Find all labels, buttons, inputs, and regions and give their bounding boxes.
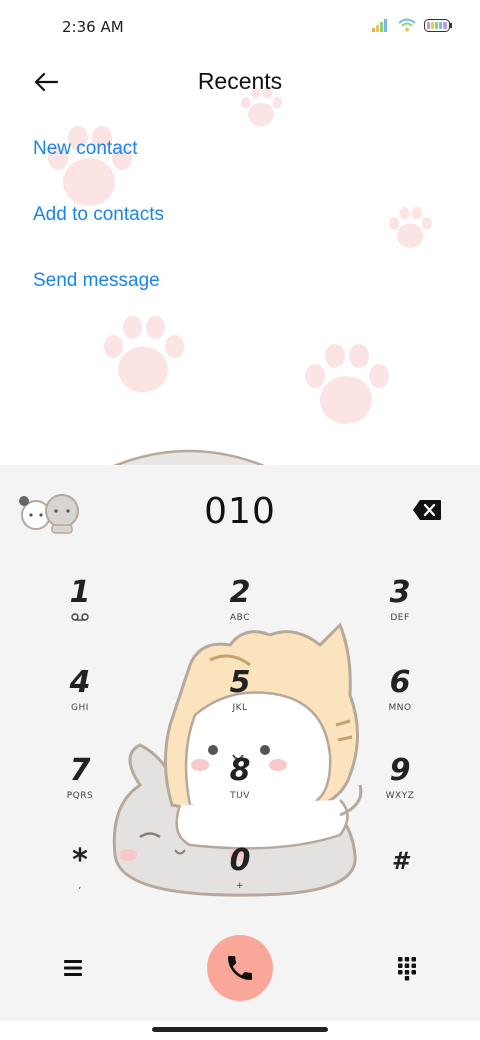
status-time: 2:36 AM bbox=[62, 18, 124, 36]
header: Recents bbox=[0, 56, 480, 112]
backspace-icon[interactable] bbox=[412, 499, 442, 521]
key-digit: 6 bbox=[389, 665, 411, 700]
status-icons bbox=[372, 18, 452, 32]
key-digit: 3 bbox=[389, 575, 411, 610]
call-button[interactable] bbox=[207, 935, 273, 1001]
status-bar: 2:36 AM bbox=[0, 0, 480, 56]
key-digit: 2 bbox=[229, 575, 251, 610]
key-letters: JKL bbox=[232, 703, 248, 713]
key-letters: MNO bbox=[388, 703, 412, 713]
page-title: Recents bbox=[197, 68, 283, 94]
paw-print-decoration bbox=[389, 207, 432, 248]
dialpad-key-star[interactable]: * , bbox=[30, 843, 130, 913]
dialpad-key-8[interactable]: 8 TUV bbox=[190, 753, 290, 823]
voicemail-icon bbox=[30, 613, 130, 624]
dialpad-key-hash[interactable]: # bbox=[350, 843, 450, 913]
send-message-link[interactable]: Send message bbox=[33, 270, 160, 292]
dialpad-key-7[interactable]: 7 PQRS bbox=[30, 753, 130, 823]
key-digit: 1 bbox=[69, 575, 91, 610]
key-letters: DEF bbox=[390, 613, 410, 623]
add-to-contacts-link[interactable]: Add to contacts bbox=[33, 204, 164, 226]
wifi-icon bbox=[398, 18, 416, 32]
paw-print-decoration bbox=[305, 344, 389, 424]
dialer-bottom-bar bbox=[0, 935, 480, 1001]
key-letters: ABC bbox=[230, 613, 250, 623]
new-contact-link[interactable]: New contact bbox=[33, 138, 138, 160]
key-letters: GHI bbox=[71, 703, 89, 713]
dialpad-key-5[interactable]: 5 JKL bbox=[190, 665, 290, 735]
dialpad-key-9[interactable]: 9 WXYZ bbox=[350, 753, 450, 823]
key-digit: * bbox=[72, 843, 88, 878]
key-letters: , bbox=[78, 881, 82, 891]
hamburger-icon[interactable] bbox=[62, 957, 86, 979]
key-digit: 5 bbox=[229, 665, 251, 700]
phone-icon bbox=[228, 956, 252, 980]
dialpad-key-1[interactable]: 1 bbox=[30, 575, 130, 645]
key-letters: TUV bbox=[230, 791, 250, 801]
dialpad-key-4[interactable]: 4 GHI bbox=[30, 665, 130, 735]
key-digit: # bbox=[391, 847, 409, 875]
signal-icon bbox=[372, 19, 387, 32]
battery-icon bbox=[424, 18, 452, 32]
home-indicator[interactable] bbox=[152, 1027, 328, 1032]
key-digit: 8 bbox=[229, 753, 251, 788]
paw-print-decoration bbox=[103, 315, 185, 393]
dialpad-key-6[interactable]: 6 MNO bbox=[350, 665, 450, 735]
dialed-number-display: 010 bbox=[204, 491, 276, 532]
key-digit: 7 bbox=[69, 753, 91, 788]
key-letters: PQRS bbox=[66, 791, 94, 801]
key-digit: 4 bbox=[69, 665, 91, 700]
key-digit: 0 bbox=[229, 843, 251, 878]
dialpad-panel: 010 1 2 ABC 3 DEF 4 GHI 5 JKL 6 MNO 7 PQ… bbox=[0, 465, 480, 1021]
dialpad-icon[interactable] bbox=[396, 955, 418, 981]
number-row: 010 bbox=[0, 483, 480, 539]
key-letters: + bbox=[235, 881, 245, 891]
dialpad-key-0[interactable]: 0 + bbox=[190, 843, 290, 913]
dialpad-key-2[interactable]: 2 ABC bbox=[190, 575, 290, 645]
dialpad-key-3[interactable]: 3 DEF bbox=[350, 575, 450, 645]
key-letters: WXYZ bbox=[385, 791, 415, 801]
key-digit: 9 bbox=[389, 753, 411, 788]
